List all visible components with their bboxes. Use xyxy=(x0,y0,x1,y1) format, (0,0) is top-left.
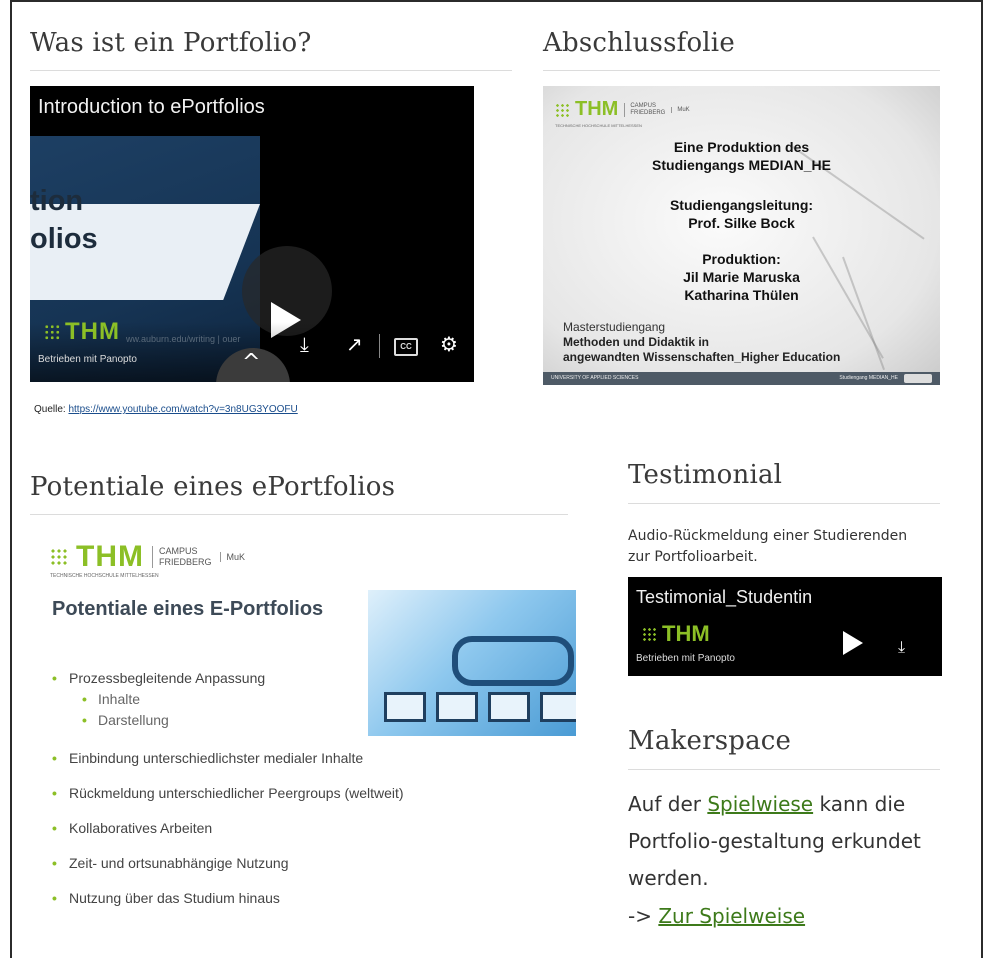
closing-line2: Studiengangs MEDIAN_HE xyxy=(652,157,831,173)
closing-line1: Eine Produktion des xyxy=(673,139,810,155)
heading-makerspace: Makerspace xyxy=(628,726,792,756)
slide-footer: UNIVERSITY OF APPLIED SCIENCES Studienga… xyxy=(543,372,940,385)
closed-captions-icon[interactable]: CC xyxy=(394,338,418,356)
closing-logo: THM CAMPUS FRIEDBERG MuK xyxy=(555,98,690,121)
thm-dots-icon xyxy=(44,324,60,340)
thm-logo-text: THM xyxy=(65,318,120,345)
muk-label: MuK xyxy=(219,552,245,562)
thm-dots-icon xyxy=(50,548,68,566)
expand-arrow-icon[interactable]: ↗ xyxy=(346,332,363,356)
list-item: Zeit- und ortsunabhängige Nutzung xyxy=(52,855,404,890)
video-title: Introduction to ePortfolios xyxy=(38,96,265,118)
closing-line5: Produktion: xyxy=(702,251,781,267)
makerspace-text: Auf der Spielwiese kann die Portfolio-ge… xyxy=(628,786,948,897)
thm-logo: THM xyxy=(642,621,710,647)
glasses-icon xyxy=(452,636,574,686)
audio-title: Testimonial_Studentin xyxy=(636,587,813,607)
master-line1: Masterstudiengang xyxy=(563,320,666,334)
arrow-text: -> xyxy=(628,904,659,928)
potentiale-title: Potentiale eines E-Portfolios xyxy=(52,598,324,620)
monitor-icon xyxy=(488,692,530,722)
footer-left: UNIVERSITY OF APPLIED SCIENCES xyxy=(551,375,639,381)
thm-dots-icon xyxy=(642,627,657,642)
master-line2: Methoden und Didaktik in xyxy=(563,335,709,349)
video-url-text: ww.auburn.edu/writing | ouer xyxy=(126,334,241,344)
thm-dots-icon xyxy=(555,102,569,117)
muk-label: MuK xyxy=(671,106,690,113)
monitor-icon xyxy=(436,692,478,722)
thm-logo: THM xyxy=(44,318,120,346)
campus-line1: CAMPUS xyxy=(158,546,198,556)
video-slide-text: tion olios xyxy=(30,182,98,258)
list-item: Prozessbegleitende Anpassung xyxy=(52,670,265,691)
campus-label: CAMPUS FRIEDBERG xyxy=(624,102,666,117)
play-icon[interactable] xyxy=(843,631,863,655)
creative-commons-icon xyxy=(904,374,932,383)
monitor-icon xyxy=(384,692,426,722)
closing-line3: Studiengangsleitung: xyxy=(669,197,814,213)
closing-slide: THM CAMPUS FRIEDBERG MuK TECHNISCHE HOCH… xyxy=(543,86,940,385)
campus-line2: FRIEDBERG xyxy=(630,109,666,116)
master-line3: angewandten Wissenschaften_Higher Educat… xyxy=(563,350,841,364)
makerspace-text-before: Auf der xyxy=(628,792,708,816)
heading-rule xyxy=(30,514,568,515)
list-item: Rückmeldung unterschiedlicher Peergroups… xyxy=(52,785,404,820)
potentiale-image xyxy=(368,590,576,736)
download-icon[interactable]: ⤓ xyxy=(898,637,905,657)
zur-spielweise-link[interactable]: Zur Spielweise xyxy=(658,904,805,928)
powered-by-text: Betrieben mit Panopto xyxy=(636,653,735,664)
monitor-icon xyxy=(540,692,576,722)
source-label: Quelle: xyxy=(34,404,69,415)
source-link[interactable]: https://www.youtube.com/watch?v=3n8UG3YO… xyxy=(68,404,297,415)
makerspace-link-line: -> Zur Spielweise xyxy=(628,904,805,928)
heading-rule xyxy=(628,769,940,770)
thm-logo-text: THM xyxy=(575,98,619,120)
testimonial-line1: Audio-Rückmeldung einer Studierenden xyxy=(628,528,908,544)
logo-subtext: TECHNISCHE HOCHSCHULE MITTELHESSEN xyxy=(555,123,642,128)
control-separator xyxy=(379,334,380,358)
video-slide-text-line2: olios xyxy=(30,223,98,255)
heading-rule xyxy=(628,503,940,504)
master-program: Masterstudiengang Methoden und Didaktik … xyxy=(563,320,840,365)
list-item: Inhalte xyxy=(52,691,265,712)
gear-icon[interactable]: ⚙ xyxy=(440,332,458,356)
potentiale-logo: THM CAMPUS FRIEDBERG MuK xyxy=(50,540,245,574)
download-icon[interactable]: ⤓ xyxy=(300,332,309,356)
heading-portfolio: Was ist ein Portfolio? xyxy=(30,28,312,58)
heading-testimonial: Testimonial xyxy=(628,460,783,490)
testimonial-description: Audio-Rückmeldung einer Studierenden zur… xyxy=(628,526,907,568)
audio-player[interactable]: Testimonial_Studentin THM Betrieben mit … xyxy=(628,577,942,676)
list-item: Darstellung xyxy=(52,712,265,733)
potentiale-slide: THM CAMPUS FRIEDBERG MuK TECHNISCHE HOCH… xyxy=(30,518,576,928)
closing-line7: Katharina Thülen xyxy=(684,287,799,303)
closing-line6: Jil Marie Maruska xyxy=(683,269,800,285)
powered-by-text: Betrieben mit Panopto xyxy=(38,354,137,365)
thm-logo-text: THM xyxy=(76,540,144,573)
list-item: Nutzung über das Studium hinaus xyxy=(52,890,404,925)
logo-subtext: TECHNISCHE HOCHSCHULE MITTELHESSEN xyxy=(50,573,159,579)
heading-closing: Abschlussfolie xyxy=(543,28,735,58)
bullet-list-bottom: Einbindung unterschiedlichster medialer … xyxy=(52,750,404,925)
spielwiese-link[interactable]: Spielwiese xyxy=(707,792,813,816)
chevron-up-icon[interactable]: ^ xyxy=(242,350,260,375)
list-item: Kollaboratives Arbeiten xyxy=(52,820,404,855)
list-item: Einbindung unterschiedlichster medialer … xyxy=(52,750,404,785)
testimonial-line2: zur Portfolioarbeit. xyxy=(628,549,758,565)
campus-line2: FRIEDBERG xyxy=(158,557,212,567)
video-slide-text-line1: tion xyxy=(30,185,84,217)
closing-line4: Prof. Silke Bock xyxy=(688,215,795,231)
video-player[interactable]: tion olios Introduction to ePortfolios T… xyxy=(30,86,474,382)
monitor-icons xyxy=(384,692,576,722)
source-line: Quelle: https://www.youtube.com/watch?v=… xyxy=(34,404,298,415)
footer-right: Studiengang MEDIAN_HE xyxy=(839,375,898,381)
heading-rule xyxy=(30,70,512,71)
heading-rule xyxy=(543,70,940,71)
thm-logo-text: THM xyxy=(662,621,710,646)
heading-potentiale: Potentiale eines ePortfolios xyxy=(30,472,396,502)
campus-line1: CAMPUS xyxy=(630,102,656,109)
campus-label: CAMPUS FRIEDBERG xyxy=(151,546,212,568)
bullet-list-top: Prozessbegleitende Anpassung Inhalte Dar… xyxy=(52,670,265,733)
